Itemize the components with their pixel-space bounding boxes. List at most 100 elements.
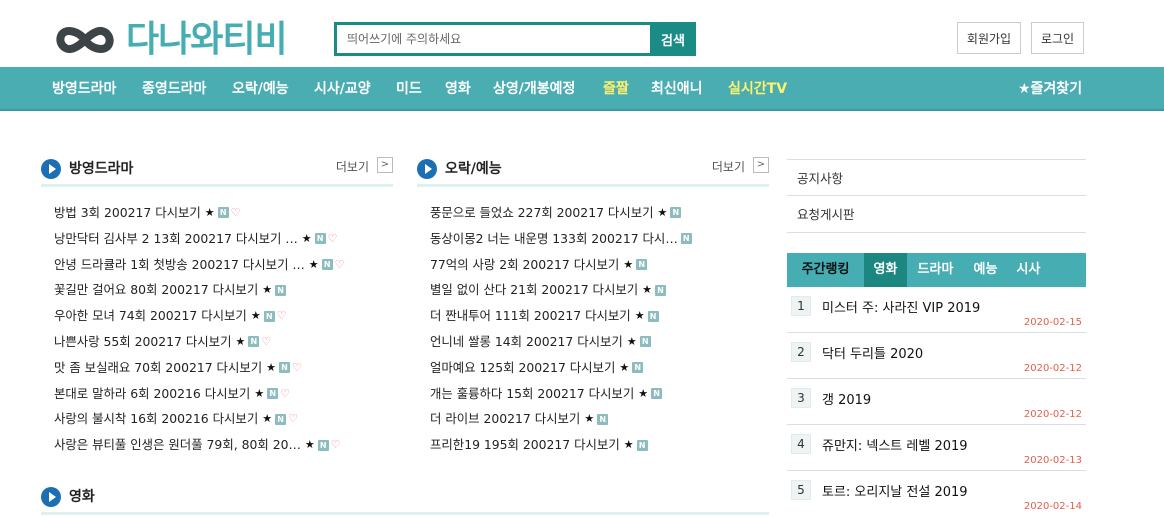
- list-item-title[interactable]: 프리한19 195회 200217 다시보기: [430, 432, 620, 458]
- ranking-label: 주간랭킹: [801, 262, 850, 277]
- list-item-title[interactable]: 언니네 쌀롱 14회 200217 다시보기: [430, 329, 623, 355]
- new-badge-icon: N: [655, 284, 667, 296]
- nav-item-us-drama[interactable]: 미드: [396, 67, 422, 111]
- list-item-title[interactable]: 안녕 드라큘라 1회 첫방송 200217 다시보기 …: [54, 252, 305, 278]
- nav-item-airing-drama[interactable]: 방영드라마: [52, 67, 116, 111]
- list-item-title[interactable]: 77억의 사랑 2회 200217 다시보기: [430, 252, 619, 278]
- star-icon: ★: [262, 412, 273, 426]
- list-item[interactable]: 사랑은 뷰티풀 인생은 원더풀 79회, 80회 20… ★ N ♡: [54, 432, 389, 458]
- list-item-title[interactable]: 별일 없이 산다 21회 200217 다시보기: [430, 277, 638, 303]
- nav-item-live-tv[interactable]: 실시간TV: [728, 67, 787, 111]
- more-link[interactable]: 더보기: [336, 158, 369, 175]
- tab-variety[interactable]: 예능: [964, 253, 1007, 287]
- new-badge-icon: N: [636, 258, 648, 270]
- list-item-title[interactable]: 본대로 말하라 6회 200216 다시보기: [54, 381, 250, 407]
- list-item-title[interactable]: 방법 3회 200217 다시보기: [54, 200, 201, 226]
- rank-number: 2: [791, 342, 811, 362]
- list-item[interactable]: 프리한19 195회 200217 다시보기 ★ N: [430, 432, 765, 458]
- list-item-title[interactable]: 꽃길만 걸어요 80회 200217 다시보기: [54, 277, 258, 303]
- list-item[interactable]: 풍문으로 들었쇼 227회 200217 다시보기 ★ N: [430, 200, 765, 226]
- rank-title[interactable]: 미스터 주: 사라진 VIP 2019: [822, 297, 980, 316]
- rank-title[interactable]: 쥬만지: 넥스트 레벨 2019: [822, 435, 968, 454]
- tab-current-affairs[interactable]: 시사: [1007, 253, 1050, 287]
- list-item[interactable]: 더 라이브 200217 다시보기 ★ N: [430, 406, 765, 432]
- list-item[interactable]: 안녕 드라큘라 1회 첫방송 200217 다시보기 … ★ N ♡: [54, 252, 389, 278]
- list-item-title[interactable]: 더 라이브 200217 다시보기: [430, 406, 580, 432]
- list-item-title[interactable]: 맛 좀 보실래요 70회 200217 다시보기: [54, 355, 262, 381]
- list-item-title[interactable]: 사랑은 뷰티풀 인생은 원더풀 79회, 80회 20…: [54, 432, 301, 458]
- play-circle-icon: [41, 487, 61, 507]
- star-icon: ★: [304, 438, 315, 452]
- play-circle-icon: [41, 159, 61, 179]
- ranking-item[interactable]: 5 토르: 오리지날 전설 2019 2020-02-14: [787, 471, 1086, 516]
- list-item-title[interactable]: 나쁜사랑 55회 200217 다시보기: [54, 329, 231, 355]
- rank-title[interactable]: 닥터 두리틀 2020: [822, 343, 923, 362]
- rank-date: 2020-02-13: [1023, 455, 1082, 466]
- rank-title[interactable]: 토르: 오리지날 전설 2019: [822, 481, 968, 500]
- star-icon: ★: [623, 257, 634, 271]
- list-item-title[interactable]: 낭만닥터 김사부 2 13회 200217 다시보기 …: [54, 226, 298, 252]
- list-item-title[interactable]: 개는 훌륭하다 15회 200217 다시보기: [430, 381, 634, 407]
- new-badge-icon: N: [651, 387, 663, 399]
- more-link[interactable]: 더보기: [712, 158, 745, 175]
- login-button[interactable]: 로그인: [1031, 22, 1084, 54]
- nav-item-clips[interactable]: 즐짤: [603, 67, 629, 111]
- list-item-title[interactable]: 우아한 모녀 74회 200217 다시보기: [54, 303, 247, 329]
- nav-item-current-affairs[interactable]: 시사/교양: [314, 67, 371, 111]
- list-item[interactable]: 나쁜사랑 55회 200217 다시보기 ★ N ♡: [54, 329, 389, 355]
- star-icon: ★: [626, 334, 637, 348]
- nav-item-variety[interactable]: 오락/예능: [232, 67, 289, 111]
- list-item[interactable]: 언니네 쌀롱 14회 200217 다시보기 ★ N: [430, 329, 765, 355]
- ranking-item[interactable]: 3 갱 2019 2020-02-12: [787, 379, 1086, 425]
- ranking-item[interactable]: 4 쥬만지: 넥스트 레벨 2019 2020-02-13: [787, 425, 1086, 471]
- chevron-right-icon[interactable]: >: [753, 157, 769, 173]
- nav-item-movie[interactable]: 영화: [445, 67, 471, 111]
- site-logo[interactable]: 다나와티비: [52, 18, 288, 62]
- list-item[interactable]: 개는 훌륭하다 15회 200217 다시보기 ★ N: [430, 381, 765, 407]
- star-icon: ★: [584, 412, 595, 426]
- star-icon: ★: [638, 386, 649, 400]
- heart-icon: ♡: [261, 334, 272, 348]
- search-button[interactable]: 검색: [650, 22, 696, 56]
- nav-item-ended-drama[interactable]: 종영드라마: [142, 67, 206, 111]
- list-item[interactable]: 낭만닥터 김사부 2 13회 200217 다시보기 … ★ N ♡: [54, 226, 389, 252]
- heart-icon: ♡: [330, 438, 341, 452]
- new-badge-icon: N: [636, 439, 648, 451]
- nav-item-now-showing[interactable]: 상영/개봉예정: [493, 67, 575, 111]
- rank-number: 4: [791, 434, 811, 454]
- search-input[interactable]: [334, 22, 650, 56]
- list-item[interactable]: 꽃길만 걸어요 80회 200217 다시보기 ★ N: [54, 277, 389, 303]
- nav-item-latest-anime[interactable]: 최신애니: [651, 67, 703, 111]
- list-item[interactable]: 사랑의 불시착 16회 200216 다시보기 ★ N ♡: [54, 406, 389, 432]
- list-item[interactable]: 77억의 사랑 2회 200217 다시보기 ★ N: [430, 252, 765, 278]
- new-badge-icon: N: [275, 413, 287, 425]
- ranking-item[interactable]: 1 미스터 주: 사라진 VIP 2019 2020-02-15: [787, 287, 1086, 333]
- ranking-item[interactable]: 2 닥터 두리틀 2020 2020-02-12: [787, 333, 1086, 379]
- list-item[interactable]: 맛 좀 보실래요 70회 200217 다시보기 ★ N ♡: [54, 355, 389, 381]
- new-badge-icon: N: [647, 310, 659, 322]
- ranking-tabs: 주간랭킹 영화 드라마 예능 시사: [787, 253, 1086, 287]
- list-item-title[interactable]: 동상이몽2 너는 내운명 133회 200217 다시…: [430, 226, 678, 252]
- request-board-link[interactable]: 요청게시판: [787, 196, 1086, 233]
- list-item[interactable]: 더 짠내투어 111회 200217 다시보기 ★ N: [430, 303, 765, 329]
- star-icon: ★: [634, 309, 645, 323]
- list-item-title[interactable]: 더 짠내투어 111회 200217 다시보기: [430, 303, 631, 329]
- tab-drama[interactable]: 드라마: [907, 253, 964, 287]
- chevron-right-icon[interactable]: >: [377, 157, 393, 173]
- notice-link[interactable]: 공지사항: [787, 159, 1086, 196]
- list-item[interactable]: 방법 3회 200217 다시보기 ★ N ♡: [54, 200, 389, 226]
- nav-item-favorites[interactable]: ★즐겨찾기: [1018, 67, 1082, 111]
- list-item-title[interactable]: 얼마예요 125회 200217 다시보기: [430, 355, 615, 381]
- list-item[interactable]: 동상이몽2 너는 내운명 133회 200217 다시… N: [430, 226, 765, 252]
- list-item-title[interactable]: 사랑의 불시착 16회 200216 다시보기: [54, 406, 258, 432]
- star-icon: ★: [204, 206, 215, 219]
- list-item[interactable]: 얼마예요 125회 200217 다시보기 ★ N: [430, 355, 765, 381]
- list-item[interactable]: 우아한 모녀 74회 200217 다시보기 ★ N ♡: [54, 303, 389, 329]
- new-badge-icon: N: [248, 336, 260, 348]
- list-item[interactable]: 본대로 말하라 6회 200216 다시보기 ★ N ♡: [54, 381, 389, 407]
- join-button[interactable]: 회원가입: [957, 22, 1021, 54]
- tab-movie[interactable]: 영화: [864, 253, 907, 287]
- rank-title[interactable]: 갱 2019: [822, 389, 871, 408]
- list-item-title[interactable]: 풍문으로 들었쇼 227회 200217 다시보기: [430, 200, 654, 226]
- list-item[interactable]: 별일 없이 산다 21회 200217 다시보기 ★ N: [430, 277, 765, 303]
